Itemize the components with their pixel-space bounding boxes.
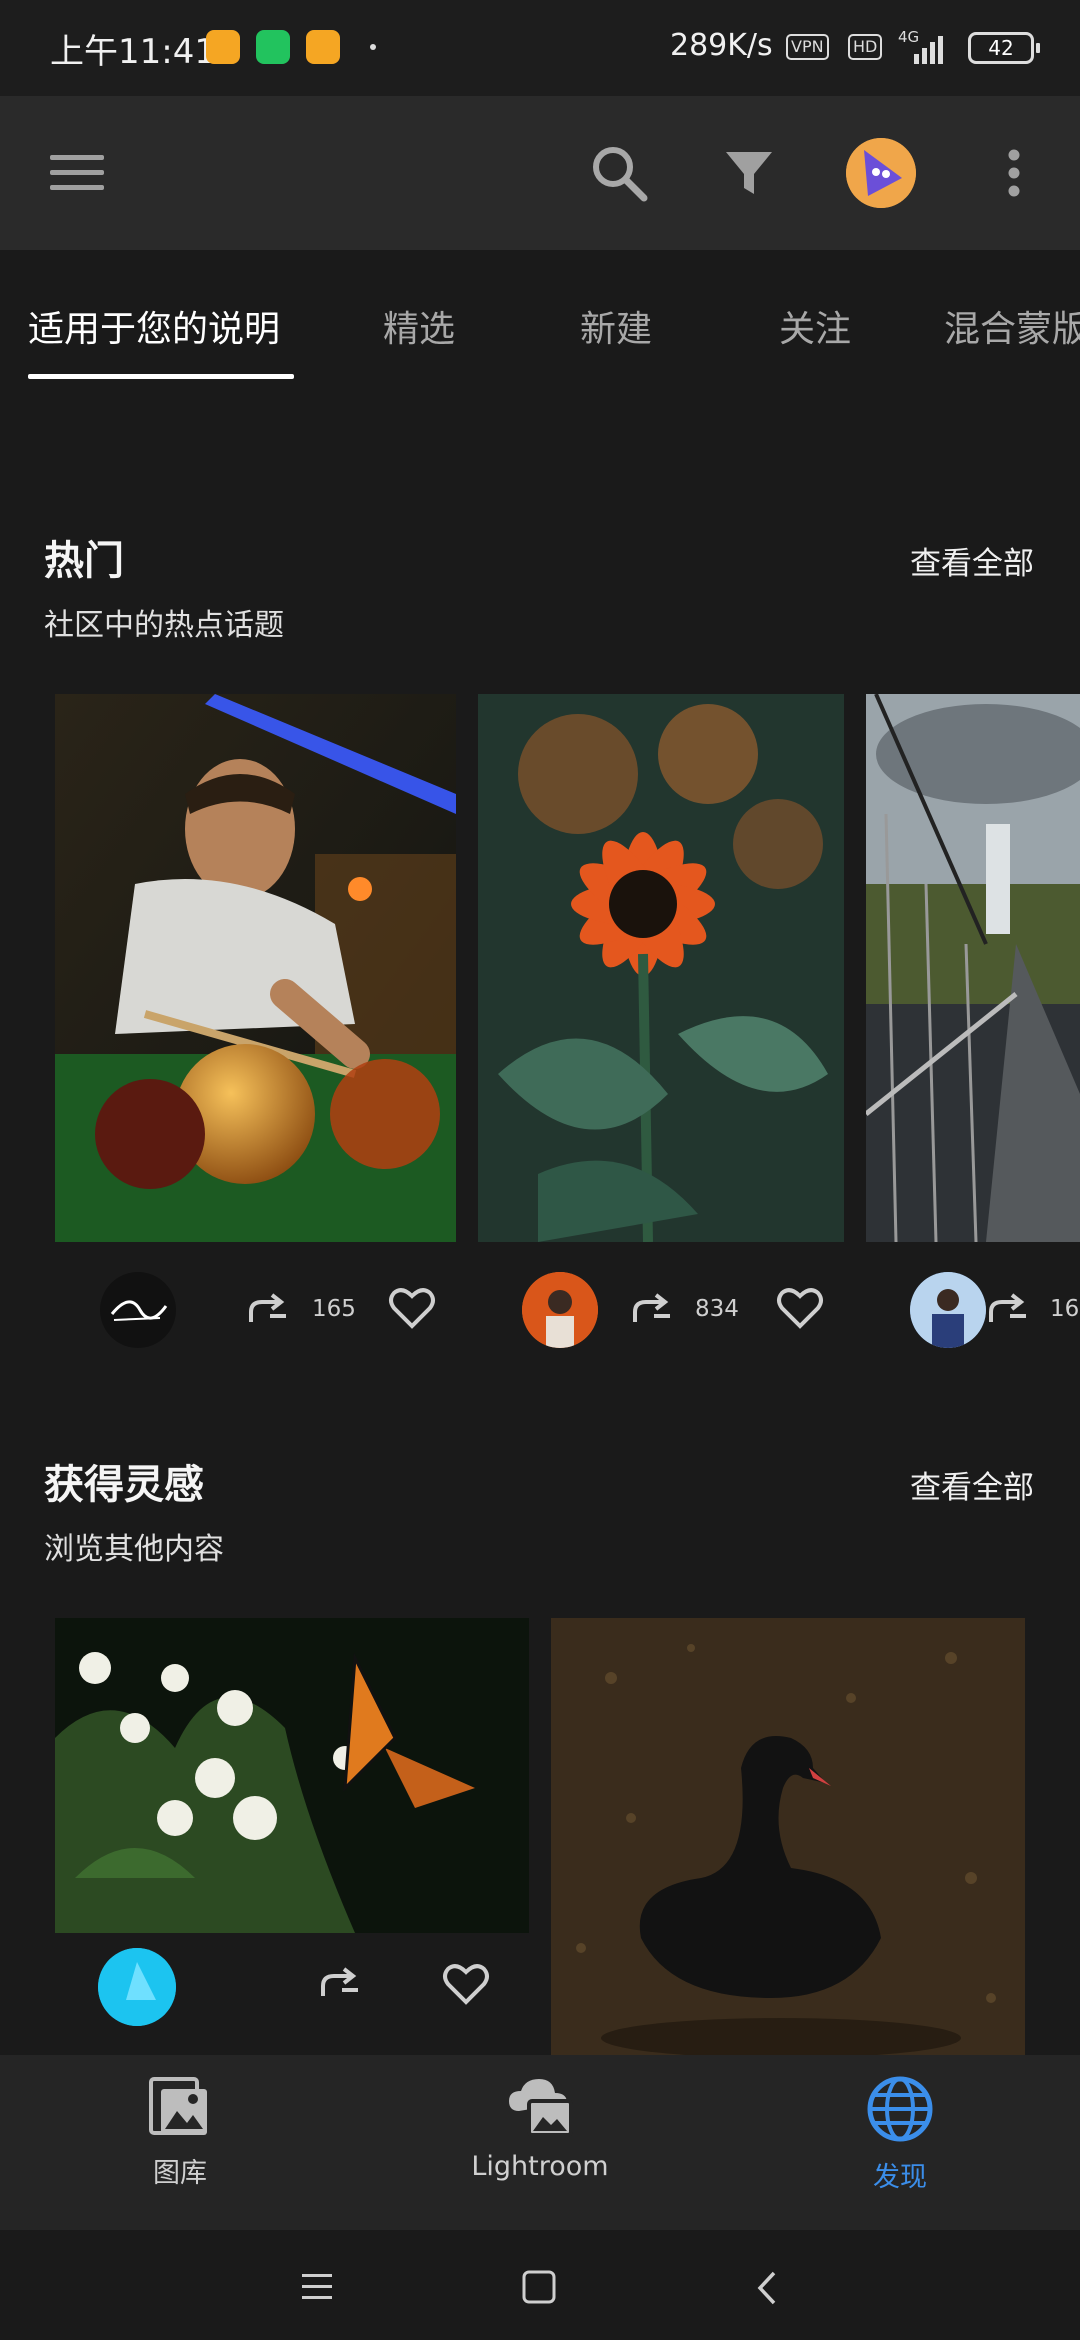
hot-card-image-1[interactable] [55, 694, 456, 1242]
black-swan-photo [551, 1618, 1025, 2055]
remix-icon[interactable] [988, 1292, 1030, 1328]
notes-app-icon [206, 30, 240, 64]
hamburger-icon [50, 155, 104, 190]
tab-for-you[interactable]: 适用于您的说明 [28, 300, 280, 352]
vpn-badge: VPN [786, 34, 829, 60]
menu-button[interactable] [40, 136, 114, 210]
remix-icon[interactable] [320, 1966, 362, 2002]
tab-new[interactable]: 新建 [580, 300, 652, 352]
filter-button[interactable] [712, 136, 786, 210]
nav-gallery[interactable]: 图库 [60, 2075, 300, 2190]
avatar-icon [846, 138, 916, 208]
see-all-hot-button[interactable]: 查看全部 [910, 538, 1034, 583]
tab-following[interactable]: 关注 [779, 300, 851, 352]
inspire-card-image-2[interactable] [551, 1618, 1025, 2055]
active-tab-indicator [28, 374, 294, 379]
signature-avatar-icon [110, 1300, 168, 1321]
hot-card-3-remix-count: 160 [1050, 1296, 1080, 1322]
see-all-inspire-button[interactable]: 查看全部 [910, 1462, 1034, 1507]
hot-card-2-avatar[interactable] [522, 1272, 598, 1348]
section-title-hot: 热门 [44, 538, 124, 584]
hot-card-3-avatar[interactable] [910, 1272, 986, 1348]
hot-card-1-remix-count: 165 [312, 1296, 356, 1322]
remix-icon[interactable] [248, 1292, 290, 1328]
butterfly-photo [55, 1618, 529, 1933]
nav-discover-label: 发现 [873, 2162, 927, 2193]
heart-icon[interactable] [776, 1286, 824, 1330]
pie-avatar-icon [98, 1948, 176, 2026]
discover-tabs: 适用于您的说明 精选 新建 关注 混合蒙版 [0, 250, 1080, 390]
hot-card-image-2[interactable] [478, 694, 844, 1242]
more-notifications-dot [370, 44, 376, 50]
nav-gallery-label: 图库 [153, 2158, 207, 2189]
nav-discover[interactable]: 发现 [780, 2075, 1020, 2194]
app-bar [0, 96, 1080, 250]
bridge-photo [866, 694, 1080, 1242]
back-icon[interactable] [756, 2270, 778, 2306]
search-button[interactable] [582, 136, 656, 210]
signal-icon [914, 36, 943, 64]
network-speed: 289K/s [670, 28, 773, 63]
tab-featured[interactable]: 精选 [383, 300, 455, 352]
home-icon[interactable] [522, 2270, 556, 2304]
sunflower-photo [478, 694, 844, 1242]
hot-card-2-remix-count: 834 [695, 1296, 739, 1322]
hd-badge: HD [848, 34, 883, 60]
hot-card-image-3[interactable] [866, 694, 1080, 1242]
hot-card-1-avatar[interactable] [100, 1272, 176, 1348]
more-vertical-icon [1008, 149, 1020, 197]
status-bar: 上午11:41 289K/s VPN HD 4G 42 [0, 0, 1080, 96]
search-icon [593, 147, 648, 202]
remix-icon[interactable] [632, 1292, 674, 1328]
gallery-icon [149, 2077, 207, 2135]
notes-app-icon [306, 30, 340, 64]
photographer-avatar-icon [522, 1272, 598, 1348]
filter-icon [726, 152, 772, 194]
heart-icon[interactable] [388, 1286, 436, 1330]
nav-lightroom[interactable]: Lightroom [420, 2075, 660, 2182]
system-navigation-bar [0, 2230, 1080, 2340]
heart-icon[interactable] [442, 1962, 490, 2006]
recents-menu-icon[interactable] [300, 2272, 334, 2302]
section-title-inspire: 获得灵感 [44, 1462, 204, 1508]
nav-lightroom-label: Lightroom [471, 2151, 609, 2182]
inspire-card-1-avatar[interactable] [98, 1948, 176, 2026]
bottom-navigation: 图库 Lightroom 发现 [0, 2055, 1080, 2230]
section-subtitle-hot: 社区中的热点话题 [44, 608, 284, 643]
globe-icon [867, 2076, 933, 2142]
overflow-menu-button[interactable] [994, 136, 1034, 210]
battery-indicator: 42 [968, 32, 1040, 64]
person-avatar-icon [910, 1272, 986, 1348]
billiards-photo [55, 694, 456, 1242]
inspire-card-image-1[interactable] [55, 1618, 529, 1933]
tab-blend-mask[interactable]: 混合蒙版 [944, 300, 1080, 352]
wechat-icon [256, 30, 290, 64]
section-subtitle-inspire: 浏览其他内容 [44, 1532, 224, 1567]
cloud-photo-icon [509, 2079, 573, 2137]
profile-avatar-button[interactable] [846, 138, 916, 208]
status-time: 上午11:41 [50, 32, 216, 72]
